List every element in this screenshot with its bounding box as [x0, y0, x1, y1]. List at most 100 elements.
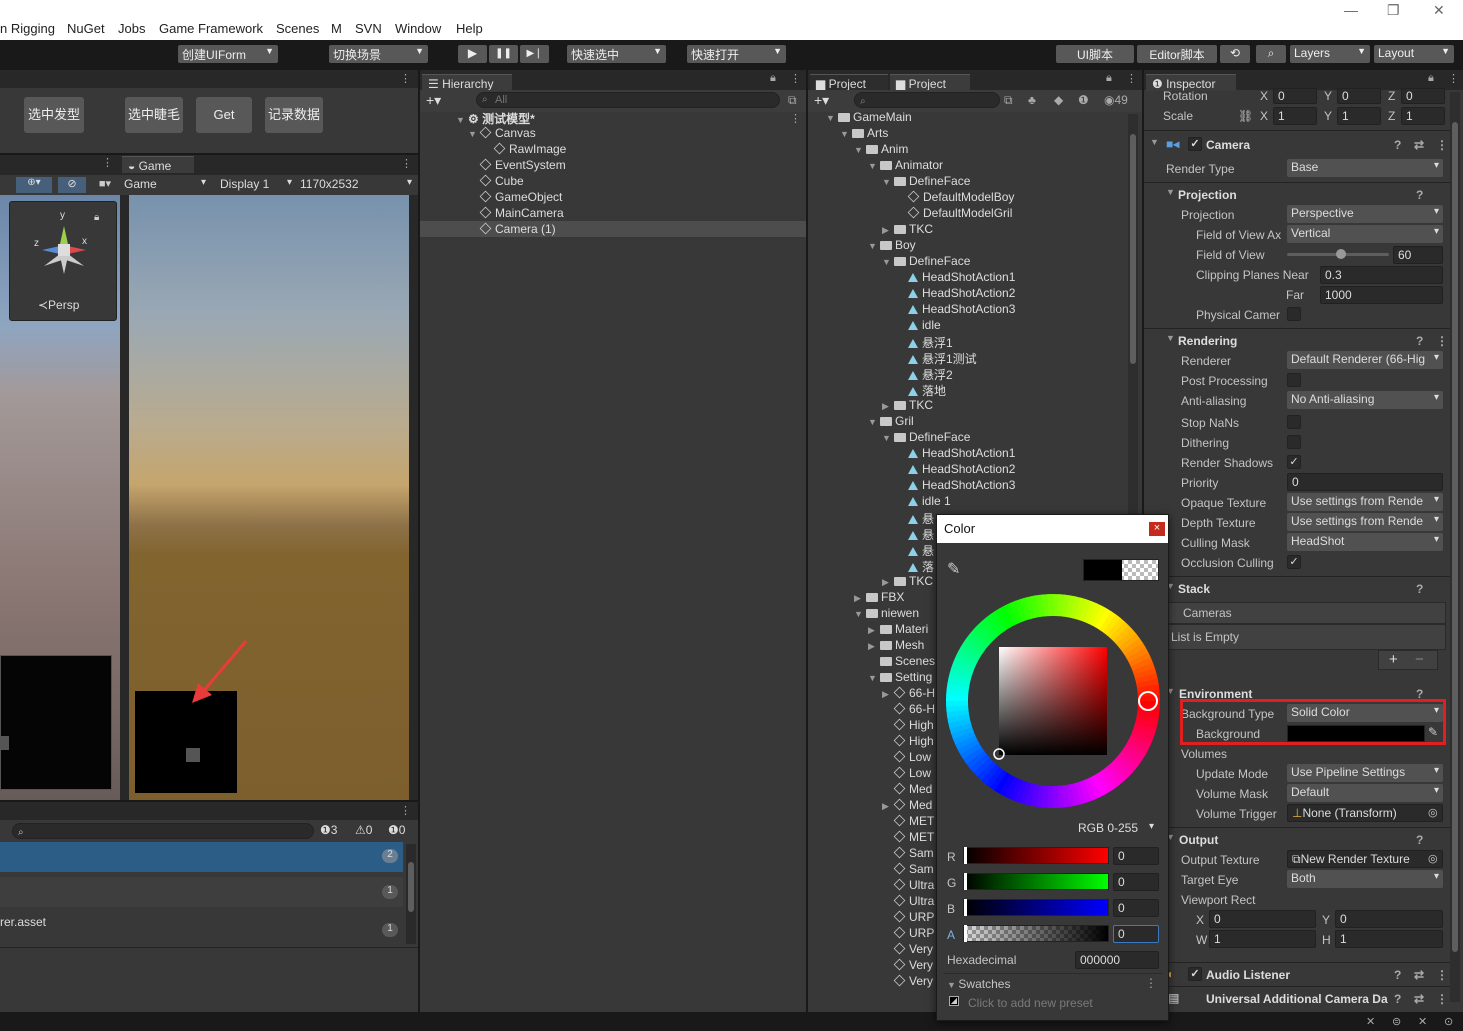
- project-asset-item[interactable]: HeadShotAction1: [896, 446, 1015, 462]
- preset-icon[interactable]: ⇄: [1414, 138, 1424, 152]
- help-icon[interactable]: ?: [1416, 188, 1423, 202]
- menu-game-framework[interactable]: Game Framework: [159, 21, 263, 36]
- expand-triangle-icon[interactable]: ▼: [868, 241, 880, 251]
- project-folder-item[interactable]: ▶ Materi: [868, 622, 928, 638]
- project-asset-item[interactable]: 悬: [896, 510, 934, 526]
- hierarchy-item[interactable]: RawImage: [493, 142, 566, 158]
- expand-triangle-icon[interactable]: ▶: [882, 689, 894, 700]
- display-dropdown[interactable]: Display 1: [216, 176, 296, 194]
- progress-icon[interactable]: ✕: [1366, 1015, 1375, 1028]
- rotation-y-field[interactable]: 0: [1337, 88, 1381, 104]
- project-asset-item[interactable]: 悬浮1: [896, 334, 953, 350]
- resolution-dropdown[interactable]: 1170x2532: [296, 176, 416, 194]
- green-slider[interactable]: [963, 873, 1109, 890]
- hierarchy-item[interactable]: ▼ Canvas: [468, 126, 536, 142]
- expand-triangle-icon[interactable]: ▶: [868, 641, 880, 652]
- expand-triangle-icon[interactable]: ▼: [882, 257, 894, 267]
- rotation-z-field[interactable]: 0: [1401, 88, 1445, 104]
- help-icon[interactable]: ?: [1394, 968, 1401, 982]
- audio-enabled-checkbox[interactable]: ✓: [1188, 967, 1202, 981]
- ui-script-button[interactable]: UI脚本: [1056, 45, 1134, 63]
- add-icon[interactable]: +▾: [426, 92, 441, 109]
- project-folder-item[interactable]: ▼ Gril: [868, 414, 914, 430]
- game-mode-dropdown[interactable]: Game: [120, 176, 210, 194]
- viewport-x-field[interactable]: 0: [1209, 910, 1316, 928]
- editor-script-button[interactable]: Editor脚本: [1137, 45, 1217, 63]
- project-asset-item[interactable]: MET: [882, 830, 934, 846]
- project-asset-item[interactable]: idle: [896, 318, 941, 334]
- more-menu-icon[interactable]: ⋮: [1436, 138, 1448, 152]
- blue-slider[interactable]: [963, 899, 1109, 916]
- project-search-input[interactable]: ⌕: [854, 92, 1000, 108]
- expand-triangle-icon[interactable]: ▶: [882, 801, 894, 812]
- project-asset-item[interactable]: MET: [882, 814, 934, 830]
- volume-mask-dropdown[interactable]: Default: [1287, 784, 1443, 802]
- project-asset-item[interactable]: 66-H: [882, 702, 935, 718]
- record-data-button[interactable]: 记录数据: [265, 97, 323, 133]
- scene-visibility-icon[interactable]: ⧉: [788, 93, 797, 108]
- debug-icon[interactable]: ✕: [1418, 1015, 1427, 1028]
- post-processing-checkbox[interactable]: [1287, 373, 1301, 387]
- switch-scene-dropdown[interactable]: 切换场景 ▼: [329, 45, 428, 63]
- hierarchy-item[interactable]: GameObject: [479, 190, 562, 206]
- more-menu-icon[interactable]: ⋮: [790, 112, 801, 125]
- camera-icon[interactable]: ■▾: [92, 177, 118, 193]
- close-icon[interactable]: ✕: [1433, 2, 1445, 19]
- project-asset-item[interactable]: ▶ Med: [882, 798, 932, 814]
- filter-icon[interactable]: ♣: [1028, 93, 1036, 107]
- blue-field[interactable]: 0: [1113, 899, 1159, 917]
- stack-section-header[interactable]: ▼ Stack?: [1146, 580, 1453, 600]
- project-folder-item[interactable]: ▼ Anim: [854, 142, 908, 158]
- console-search-input[interactable]: ⌕: [12, 823, 314, 839]
- select-hair-button[interactable]: 选中发型: [24, 97, 84, 133]
- console-warn-count[interactable]: ⚠0: [355, 823, 372, 837]
- more-menu-icon[interactable]: ⋮: [401, 157, 412, 170]
- rotation-x-field[interactable]: 0: [1273, 88, 1317, 104]
- project-folder-item[interactable]: ▼ DefineFace: [882, 430, 970, 446]
- help-icon[interactable]: ?: [1416, 582, 1423, 596]
- more-menu-icon[interactable]: ⋮: [1436, 334, 1448, 348]
- hierarchy-item[interactable]: Cube: [479, 174, 524, 190]
- more-menu-icon[interactable]: ⋮: [400, 804, 411, 817]
- project-asset-item[interactable]: URP: [882, 910, 934, 926]
- project-asset-item[interactable]: idle 1: [896, 494, 951, 510]
- project-asset-item[interactable]: 落地: [896, 382, 946, 398]
- restore-icon[interactable]: ❐: [1387, 2, 1400, 19]
- expand-triangle-icon[interactable]: ▼: [947, 980, 958, 990]
- eyedropper-icon[interactable]: ✎: [947, 559, 960, 579]
- more-menu-icon[interactable]: ⋮: [1448, 72, 1459, 85]
- remove-icon[interactable]: −: [1415, 651, 1424, 668]
- check-icon[interactable]: ⊙: [1444, 1015, 1453, 1028]
- project-asset-item[interactable]: URP: [882, 926, 934, 942]
- project-folder-item[interactable]: ▶ TKC: [882, 574, 933, 590]
- opaque-texture-dropdown[interactable]: Use settings from Rende: [1287, 493, 1443, 511]
- project-asset-item[interactable]: 悬浮2: [896, 366, 953, 382]
- gizmo-toggle-icon[interactable]: ⊕▾: [16, 177, 52, 193]
- cache-icon[interactable]: ⊜: [1392, 1015, 1401, 1028]
- scale-z-field[interactable]: 1: [1401, 107, 1445, 125]
- more-menu-icon[interactable]: ⋮: [1436, 968, 1448, 982]
- green-field[interactable]: 0: [1113, 873, 1159, 891]
- far-clip-field[interactable]: 1000: [1320, 286, 1443, 304]
- project-asset-item[interactable]: HeadShotAction3: [896, 478, 1015, 494]
- hierarchy-search-input[interactable]: [476, 92, 780, 108]
- console-scrollbar[interactable]: [406, 844, 416, 944]
- depth-texture-dropdown[interactable]: Use settings from Rende: [1287, 513, 1443, 531]
- tab-project[interactable]: ▆ Project: [810, 74, 888, 91]
- step-button[interactable]: ▶❘: [520, 45, 549, 63]
- expand-triangle-icon[interactable]: ▶: [854, 593, 866, 604]
- output-texture-field[interactable]: ⧉New Render Texture: [1287, 850, 1443, 868]
- near-clip-field[interactable]: 0.3: [1320, 266, 1443, 284]
- layers-dropdown[interactable]: Layers ▼: [1290, 45, 1370, 63]
- tab-game[interactable]: ◒ Game: [122, 156, 194, 173]
- camera-component-header[interactable]: ▼ ■◂ ✓ Camera ? ⇄ ⋮: [1146, 136, 1453, 156]
- inspector-scrollbar[interactable]: [1450, 92, 1460, 1002]
- project-asset-item[interactable]: Low: [882, 750, 931, 766]
- quick-open-dropdown[interactable]: 快速打开 ▼: [687, 45, 786, 63]
- project-asset-item[interactable]: DefaultModelGril: [896, 206, 1012, 222]
- label-icon[interactable]: ◆: [1054, 93, 1063, 107]
- project-folder-item[interactable]: ▼ niewen: [854, 606, 919, 622]
- history-icon[interactable]: ⟲: [1220, 45, 1250, 63]
- project-asset-item[interactable]: HeadShotAction2: [896, 286, 1015, 302]
- expand-triangle-icon[interactable]: ▼: [868, 673, 880, 683]
